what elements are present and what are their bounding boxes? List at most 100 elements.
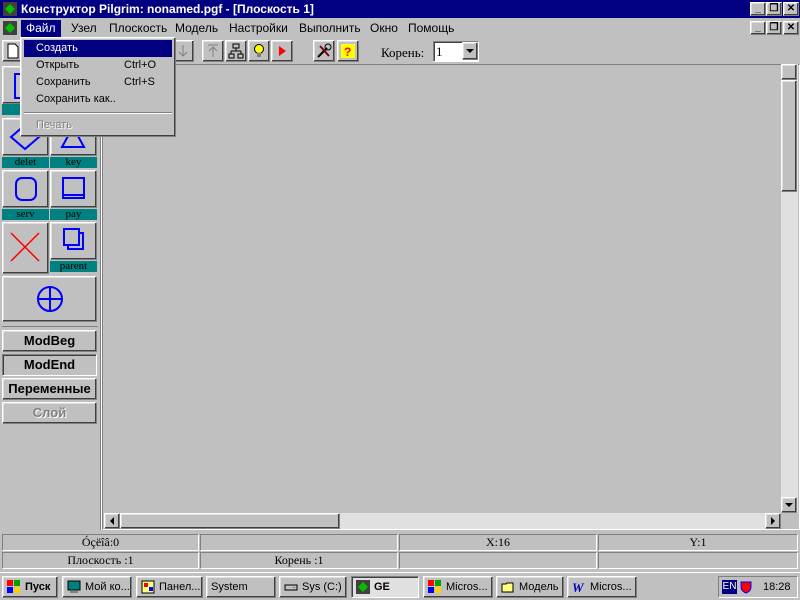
palette-parent-button[interactable] (50, 222, 97, 260)
palette-divider (2, 326, 98, 327)
arrow-down-icon (178, 45, 188, 57)
arrow-right-icon (771, 517, 775, 525)
horizontal-scrollbar[interactable] (104, 513, 781, 529)
modend-button[interactable]: ModEnd (2, 354, 97, 376)
close-button[interactable]: ✕ (783, 2, 799, 16)
window-title: Конструктор Pilgrim: nonamed.pgf - [Плос… (21, 2, 314, 16)
start-label: Пуск (25, 581, 51, 593)
language-indicator[interactable]: EN (722, 580, 737, 594)
task-label: Sys (C:) (302, 581, 342, 593)
title-bar[interactable]: Конструктор Pilgrim: nonamed.pgf - [Плос… (0, 0, 800, 18)
child-minimize-button[interactable]: _ (750, 21, 766, 35)
layer-button[interactable]: Слой (2, 402, 97, 424)
task-label: Модель (519, 581, 559, 593)
folder-icon (501, 580, 515, 594)
task-label: Мой ко... (85, 581, 130, 593)
root-dropdown-button[interactable] (462, 42, 478, 60)
child-window-icon[interactable] (2, 20, 18, 36)
run-button[interactable] (271, 40, 293, 62)
palette-label-parent: parent (50, 261, 97, 272)
task-microsoft-1[interactable]: Micros... (423, 576, 493, 598)
task-label: System (211, 581, 248, 593)
task-microsoft-word[interactable]: W Micros... (567, 576, 637, 598)
task-label: Micros... (446, 581, 488, 593)
vertical-scroll-thumb[interactable] (781, 80, 797, 192)
minimize-button[interactable]: _ (750, 2, 766, 16)
task-label: Панел... (159, 581, 201, 593)
lightbulb-icon (254, 44, 264, 57)
scroll-left-button[interactable] (104, 513, 120, 529)
scroll-up-button[interactable] (781, 64, 797, 80)
menu-separator (24, 112, 172, 114)
arrow-down-icon (785, 503, 793, 507)
modbeg-button[interactable]: ModBeg (2, 330, 97, 352)
palette-label-pay: pay (50, 209, 97, 220)
status-empty-1 (200, 534, 398, 551)
menu-item-new[interactable]: Создать (24, 40, 172, 57)
rounded-square-icon (15, 177, 37, 201)
computer-icon (67, 580, 81, 594)
control-panel-icon (141, 580, 155, 594)
start-button[interactable]: Пуск (2, 576, 58, 598)
hint-button[interactable] (248, 40, 270, 62)
palette-pay-button[interactable] (50, 170, 97, 208)
menu-item-print[interactable]: Печать (24, 117, 172, 134)
menu-node[interactable]: Узел (66, 20, 102, 37)
arrow-up-top-icon (208, 44, 218, 57)
menu-window[interactable]: Окно (365, 20, 403, 37)
plane-canvas[interactable] (102, 64, 800, 530)
task-label: GE (374, 581, 390, 593)
status-root: Корень :1 (200, 552, 398, 569)
task-label: Micros... (590, 581, 632, 593)
palette-serv-button[interactable] (2, 170, 49, 208)
menu-settings[interactable]: Настройки (224, 20, 293, 37)
menu-plane[interactable]: Плоскость (104, 20, 172, 37)
task-model-folder[interactable]: Модель (496, 576, 564, 598)
move-top-button[interactable] (202, 40, 224, 62)
menu-item-open[interactable]: Открыть Ctrl+O (24, 57, 172, 74)
scroll-right-button[interactable] (765, 513, 781, 529)
menu-file[interactable]: Файл (21, 20, 61, 37)
crosshair-circle-icon (37, 286, 63, 312)
app-icon[interactable] (2, 1, 18, 17)
task-control-panel[interactable]: Панел... (136, 576, 203, 598)
menu-item-save-as[interactable]: Сохранить как.. (24, 91, 172, 108)
status-node-count: Óçëîâ:0 (2, 534, 199, 551)
status-y-coordinate: Y:1 (598, 534, 798, 551)
arrow-left-icon (110, 517, 114, 525)
menu-model[interactable]: Модель (170, 20, 223, 37)
scroll-corner (783, 513, 798, 529)
menu-help[interactable]: Помощь (403, 20, 459, 37)
status-plane: Плоскость :1 (2, 552, 199, 569)
shield-icon[interactable] (739, 580, 753, 594)
chevron-down-icon (466, 49, 474, 53)
task-system[interactable]: System (206, 576, 276, 598)
menu-run[interactable]: Выполнить (294, 20, 366, 37)
task-ge[interactable]: GE (351, 576, 419, 598)
menu-item-save[interactable]: Сохранить Ctrl+S (24, 74, 172, 91)
svg-text:?: ? (344, 45, 351, 59)
red-cross-icon (10, 232, 40, 262)
child-restore-button[interactable]: ❐ (766, 21, 782, 35)
tools-button[interactable] (313, 40, 335, 62)
task-sys-drive[interactable]: Sys (C:) (279, 576, 347, 598)
task-my-computer[interactable]: Мой ко... (62, 576, 132, 598)
horizontal-scroll-thumb[interactable] (120, 513, 340, 529)
palette-delete-button[interactable] (2, 222, 49, 274)
menu-item-label: Печать (36, 119, 73, 131)
help-button[interactable]: ? (337, 40, 359, 62)
layered-squares-icon (63, 228, 84, 250)
word-icon: W (572, 580, 586, 595)
hierarchy-button[interactable] (225, 40, 247, 62)
palette-target-button[interactable] (2, 276, 97, 322)
root-label: Корень: (381, 45, 425, 60)
child-close-button[interactable]: ✕ (783, 21, 799, 35)
vertical-scrollbar[interactable] (781, 64, 798, 513)
scroll-down-button[interactable] (781, 497, 797, 513)
menu-item-shortcut: Ctrl+S (124, 76, 155, 88)
question-icon: ? (341, 44, 355, 59)
variables-button[interactable]: Переменные (2, 378, 97, 400)
status-empty-3 (598, 552, 798, 569)
restore-button[interactable]: ❐ (766, 2, 782, 16)
clock[interactable]: 18:28 (763, 581, 791, 593)
